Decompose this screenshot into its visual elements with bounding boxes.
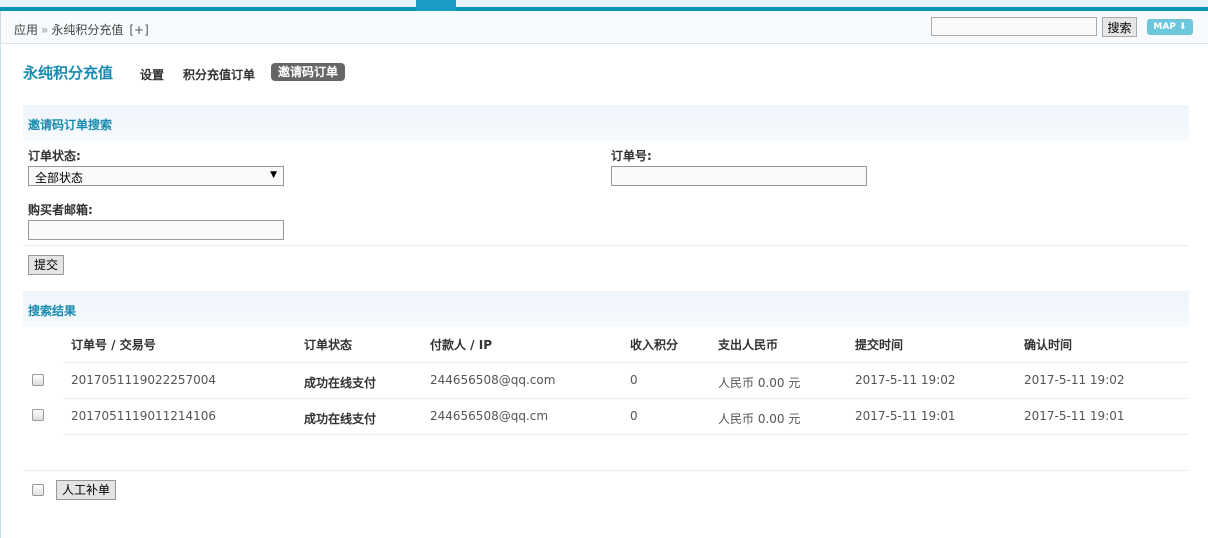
order-number-label: 订单号: (611, 149, 652, 163)
add-shortcut-link[interactable]: [+] (129, 23, 148, 37)
divider (23, 245, 1189, 246)
submit-button[interactable]: 提交 (28, 255, 64, 275)
row-divider (63, 434, 1189, 435)
manual-order-button[interactable]: 人工补单 (56, 480, 116, 500)
points: 0 (630, 409, 638, 423)
main-content: 永纯积分充值 设置 积分充值订单 邀请码订单 邀请码订单搜索 订单状态: 全部状… (0, 44, 1208, 538)
search-section-header: 邀请码订单搜索 (23, 105, 1189, 141)
results-section-header: 搜索结果 (23, 291, 1189, 327)
status-select[interactable]: 全部状态 ▼ (28, 166, 284, 186)
top-search-input[interactable] (931, 17, 1097, 36)
payer: 244656508@qq.cm (430, 409, 549, 423)
breadcrumb-separator: » (41, 23, 49, 37)
buyer-email-label: 购买者邮箱: (28, 203, 93, 217)
top-strip (0, 0, 1208, 7)
buyer-email-input[interactable] (28, 220, 284, 240)
app-title: 永纯积分充值 (23, 64, 114, 82)
row-divider (63, 398, 1189, 399)
row-checkbox[interactable] (32, 374, 44, 386)
payer: 244656508@qq.com (430, 373, 556, 387)
breadcrumb: 应用» 永纯积分充值 [+] (14, 21, 149, 38)
confirm-time: 2017-5-11 19:01 (1024, 409, 1125, 423)
divider (23, 470, 1189, 471)
row-divider (63, 362, 1189, 363)
col-submit-time: 提交时间 (855, 338, 904, 352)
col-order-number: 订单号 / 交易号 (71, 338, 156, 352)
col-payer: 付款人 / IP (430, 338, 492, 352)
rmb: 人民币 0.00 元 (718, 376, 801, 390)
status-label: 订单状态: (28, 149, 81, 163)
map-button[interactable]: MAP ⬇ (1147, 19, 1193, 35)
tab-settings[interactable]: 设置 (140, 66, 164, 83)
nav-bar: 应用» 永纯积分充值 [+] 搜索 MAP ⬇ (0, 11, 1208, 44)
col-rmb: 支出人民币 (718, 338, 779, 352)
tab-points-orders[interactable]: 积分充值订单 (183, 66, 255, 83)
submit-time: 2017-5-11 19:01 (855, 409, 956, 423)
breadcrumb-root[interactable]: 应用 (14, 23, 38, 37)
col-status: 订单状态 (304, 338, 353, 352)
tab-invite-orders[interactable]: 邀请码订单 (271, 63, 346, 81)
order-number-input[interactable] (611, 166, 867, 186)
points: 0 (630, 373, 638, 387)
row-checkbox[interactable] (32, 409, 44, 421)
col-confirm-time: 确认时间 (1024, 338, 1073, 352)
top-search-button[interactable]: 搜索 (1102, 17, 1137, 37)
select-all-checkbox[interactable] (32, 484, 44, 496)
status-selected-value: 全部状态 (35, 171, 84, 185)
search-section-title: 邀请码订单搜索 (28, 118, 113, 132)
dropdown-arrow-icon: ▼ (270, 170, 277, 180)
order-status: 成功在线支付 (304, 376, 377, 390)
order-number: 2017051119022257004 (71, 373, 217, 387)
order-status: 成功在线支付 (304, 412, 377, 426)
rmb: 人民币 0.00 元 (718, 412, 801, 426)
confirm-time: 2017-5-11 19:02 (1024, 373, 1125, 387)
submit-time: 2017-5-11 19:02 (855, 373, 956, 387)
top-active-tab[interactable] (416, 0, 456, 11)
col-points: 收入积分 (630, 338, 679, 352)
results-section-title: 搜索结果 (28, 304, 77, 318)
breadcrumb-current[interactable]: 永纯积分充值 (51, 23, 123, 37)
order-number: 2017051119011214106 (71, 409, 217, 423)
